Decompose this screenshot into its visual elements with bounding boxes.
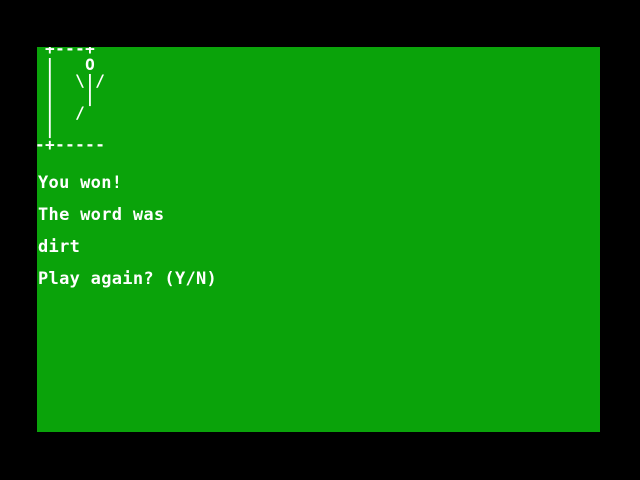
- play-again-prompt[interactable]: Play again? (Y/N): [38, 269, 217, 289]
- result-message: You won!: [38, 173, 123, 193]
- hangman-gallows-drawing: +---+ | O | \|/ | | | / | -+-----: [37, 47, 106, 154]
- word-reveal-label: The word was: [38, 205, 165, 225]
- revealed-word: dirt: [38, 237, 81, 257]
- crt-monitor: +---+ | O | \|/ | | | / | -+----- You wo…: [0, 0, 640, 480]
- game-screen: +---+ | O | \|/ | | | / | -+----- You wo…: [37, 47, 600, 432]
